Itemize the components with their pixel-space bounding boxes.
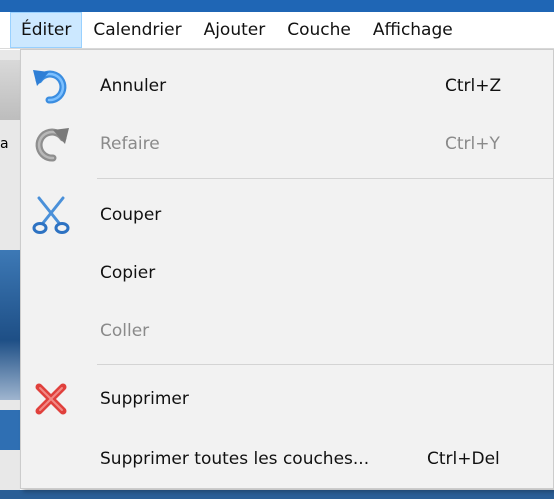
redo-icon [31,124,71,164]
edit-dropdown-menu: Annuler Ctrl+Z Refaire Ctrl+Y Couper Cop… [20,49,554,489]
menu-editer[interactable]: Éditer [10,12,83,48]
background-image-bottom [0,410,20,450]
background-text-fragment: a [0,136,9,152]
menu-item-label: Copier [100,263,156,283]
menu-item-label: Supprimer toutes les couches... [100,449,370,469]
menu-item-coller[interactable]: Coller [21,304,553,358]
menu-separator [97,178,553,179]
menu-calendrier[interactable]: Calendrier [82,12,192,48]
menu-item-couper[interactable]: Couper [21,188,553,242]
menu-ajouter[interactable]: Ajouter [193,12,277,48]
menu-item-shortcut: Ctrl+Y [445,134,500,154]
menu-item-supprimer[interactable]: Supprimer [21,372,553,426]
background-bottom-strip [0,490,554,499]
background-left-strip: a [0,50,20,499]
menu-item-label: Couper [100,205,162,225]
menu-item-label: Coller [100,321,150,341]
menu-item-shortcut: Ctrl+Del [427,449,500,469]
menu-item-label: Refaire [100,134,160,154]
window-top-strip [0,0,554,12]
menu-couche[interactable]: Couche [276,12,362,48]
background-toolbar-button [0,60,20,120]
menu-item-shortcut: Ctrl+Z [445,76,502,96]
background-image [0,250,20,400]
menu-item-refaire[interactable]: Refaire Ctrl+Y [21,117,553,171]
menu-separator [97,364,553,365]
delete-x-icon [31,379,71,419]
scissors-icon [31,195,71,235]
menu-item-label: Annuler [100,76,167,96]
menu-item-annuler[interactable]: Annuler Ctrl+Z [21,59,553,113]
menu-bar: Éditer Calendrier Ajouter Couche Afficha… [0,12,554,49]
menu-item-label: Supprimer [100,389,189,409]
menu-item-supprimer-toutes-les-couches[interactable]: Supprimer toutes les couches... Ctrl+Del [21,432,553,486]
undo-icon [31,66,71,106]
menu-item-copier[interactable]: Copier [21,246,553,300]
menu-affichage[interactable]: Affichage [362,12,464,48]
